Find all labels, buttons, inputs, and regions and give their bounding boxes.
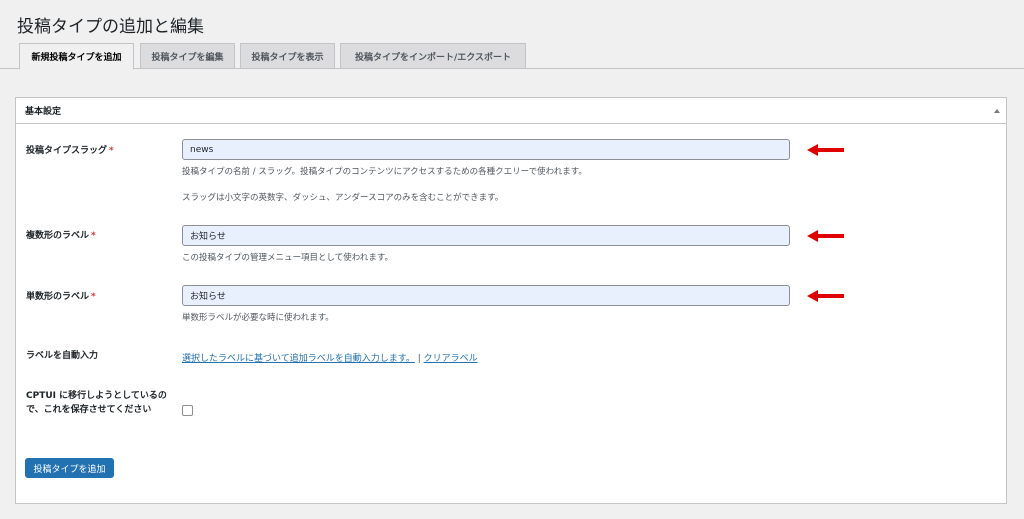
- slug-format-help: スラッグは小文字の英数字、ダッシュ、アンダースコアのみを含むことができます。: [182, 193, 504, 203]
- required-mark: *: [109, 146, 114, 156]
- autopopulate-link[interactable]: 選択したラベルに基づいて追加ラベルを自動入力します。: [182, 354, 415, 364]
- singular-label: 単数形のラベル *: [26, 290, 96, 304]
- tab-edit[interactable]: 投稿タイプを編集: [140, 43, 235, 69]
- autopopulate-label: ラベルを自動入力: [26, 351, 99, 361]
- panel-header: 基本設定: [16, 98, 1006, 124]
- singular-help: 単数形ラベルが必要な時に使われます。: [182, 313, 334, 323]
- migrate-label: CPTUI に移行しようとしているので、これを保存させてください: [26, 391, 167, 415]
- tab-import-export[interactable]: 投稿タイプをインポート/エクスポート: [340, 43, 526, 69]
- page-title: 投稿タイプの追加と編集: [17, 17, 204, 37]
- plural-label: 複数形のラベル *: [26, 229, 96, 243]
- basic-settings-panel: 基本設定 投稿タイプスラッグ* 投稿タイプの名前 / スラッグ。投稿タイプのコン…: [15, 97, 1007, 504]
- required-mark: *: [91, 292, 96, 302]
- nav-tabs: 新規投稿タイプを追加 投稿タイプを編集 投稿タイプを表示 投稿タイプをインポート…: [0, 43, 1024, 70]
- required-mark: *: [91, 231, 96, 241]
- panel-title: 基本設定: [25, 107, 62, 117]
- arrow-left-icon: [807, 290, 844, 302]
- plural-help: この投稿タイプの管理メニュー項目として使われます。: [182, 253, 393, 263]
- tab-view[interactable]: 投稿タイプを表示: [240, 43, 335, 69]
- arrow-left-icon: [807, 230, 844, 242]
- collapse-toggle-icon[interactable]: [994, 108, 1000, 113]
- autopopulate-links: 選択したラベルに基づいて追加ラベルを自動入力します。 | クリアラベル: [182, 351, 478, 364]
- add-post-type-button[interactable]: 投稿タイプを追加: [25, 458, 114, 478]
- clear-labels-link[interactable]: クリアラベル: [424, 354, 478, 364]
- tab-add-new[interactable]: 新規投稿タイプを追加: [19, 43, 134, 70]
- singular-label-text: 単数形のラベル: [26, 292, 90, 302]
- slug-help: 投稿タイプの名前 / スラッグ。投稿タイプのコンテンツにアクセスするための各種ク…: [182, 167, 587, 177]
- migrate-checkbox[interactable]: [182, 405, 193, 416]
- singular-label-input[interactable]: [182, 285, 790, 306]
- plural-label-input[interactable]: [182, 225, 790, 246]
- plural-label-text: 複数形のラベル: [26, 231, 90, 241]
- slug-label: 投稿タイプスラッグ *: [26, 144, 114, 158]
- arrow-left-icon: [807, 144, 844, 156]
- slug-label-text: 投稿タイプスラッグ: [26, 146, 108, 156]
- slug-input[interactable]: [182, 139, 790, 160]
- link-separator: |: [417, 354, 421, 364]
